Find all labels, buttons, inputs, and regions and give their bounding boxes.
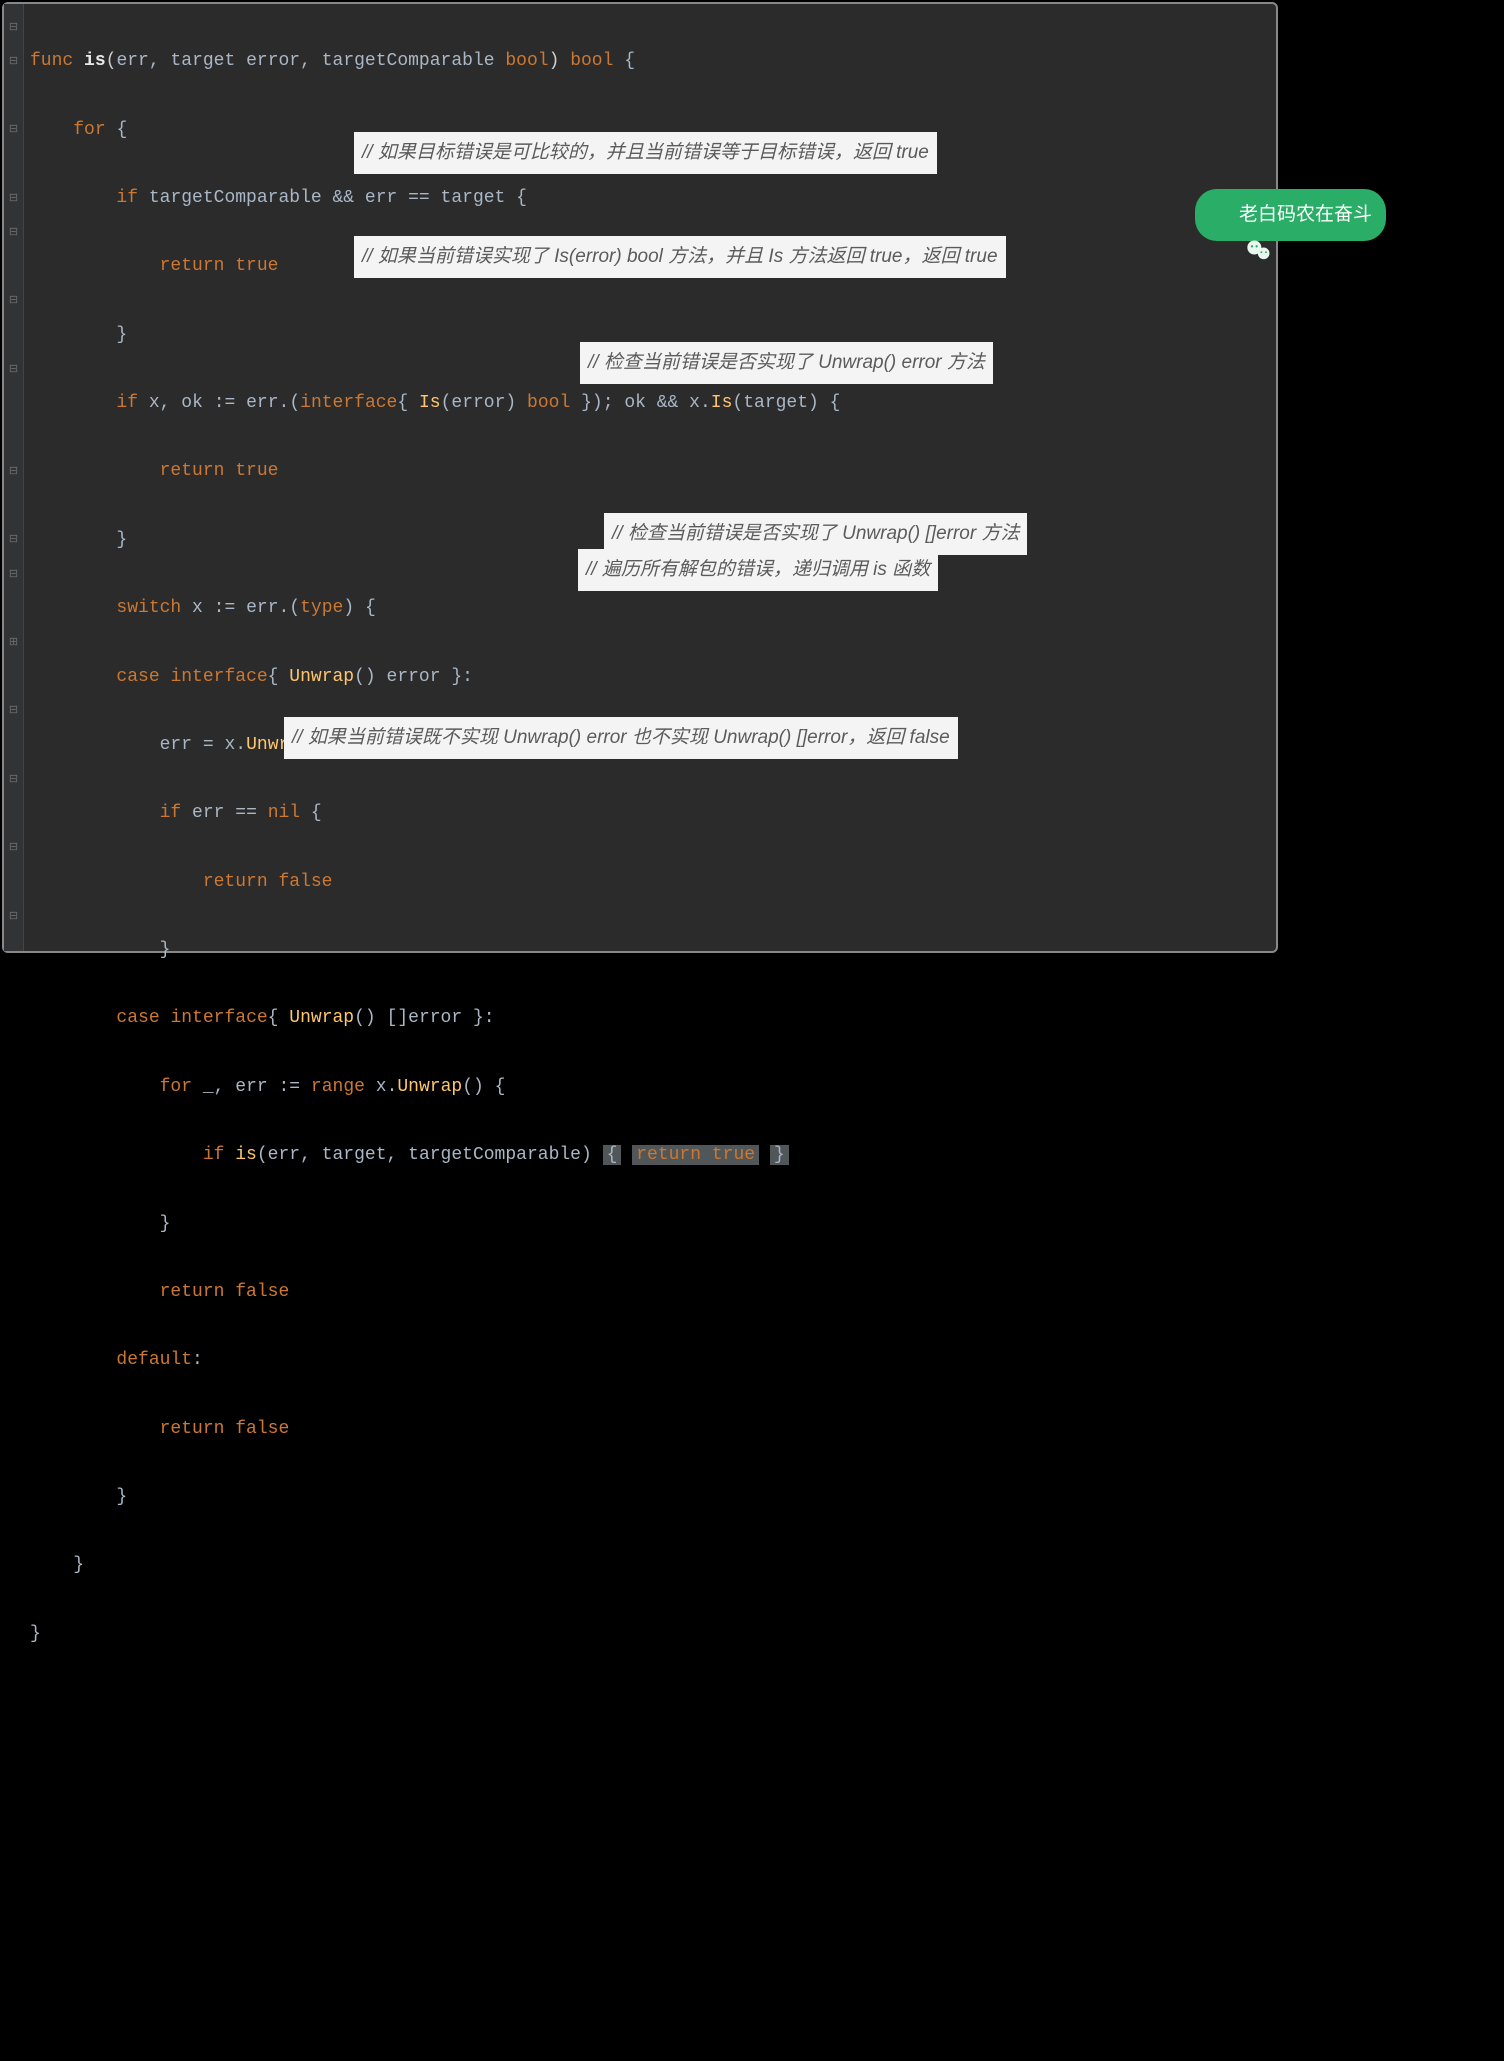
code-line: if targetComparable && err == target { [30,181,1272,215]
fold-marker[interactable]: ⊟ [9,181,18,215]
fold-marker[interactable]: ⊟ [9,694,18,728]
code-line: } [30,1617,1272,1651]
fold-marker[interactable]: ⊟ [9,352,18,386]
badge-text: 老白码农在奋斗 [1239,197,1372,233]
code-line: } [30,1480,1272,1514]
code-line: default: [30,1343,1272,1377]
annotation-comment: // 如果目标错误是可比较的，并且当前错误等于目标错误，返回 true [354,132,937,174]
annotation-comment: // 遍历所有解包的错误，递归调用 is 函数 [578,549,938,591]
code-line: for _, err := range x.Unwrap() { [30,1070,1272,1104]
code-editor: ⊟ ⊟ ⊟ ⊟ ⊟ ⊟ ⊟ ⊟ ⊟ ⊟ ⊞ ⊟ ⊟ ⊟ ⊟ func is(er… [2,2,1278,953]
fold-marker[interactable]: ⊟ [9,215,18,249]
code-line: } [30,933,1272,967]
code-line: return true [30,454,1272,488]
code-line: return false [30,1275,1272,1309]
code-line: case interface{ Unwrap() error }: [30,660,1272,694]
fold-marker[interactable]: ⊟ [9,454,18,488]
wechat-icon [1203,201,1231,229]
code-line: } [30,1548,1272,1582]
fold-marker[interactable]: ⊟ [9,10,18,44]
code-area[interactable]: func is(err, target error, targetCompara… [24,4,1276,951]
code-line: switch x := err.(type) { [30,591,1272,625]
fold-marker[interactable]: ⊟ [9,831,18,865]
code-line: if x, ok := err.(interface{ Is(error) bo… [30,386,1272,420]
fold-marker[interactable]: ⊟ [9,284,18,318]
fold-marker[interactable]: ⊞ [9,625,18,659]
code-line: case interface{ Unwrap() []error }: [30,1001,1272,1035]
code-line: func is(err, target error, targetCompara… [30,44,1272,78]
code-line: if is(err, target, targetComparable) { r… [30,1138,1272,1172]
gutter: ⊟ ⊟ ⊟ ⊟ ⊟ ⊟ ⊟ ⊟ ⊟ ⊟ ⊞ ⊟ ⊟ ⊟ ⊟ [4,4,24,951]
fold-marker[interactable]: ⊟ [9,523,18,557]
annotation-comment: // 如果当前错误既不实现 Unwrap() error 也不实现 Unwrap… [284,717,958,759]
fold-marker[interactable]: ⊟ [9,557,18,591]
code-line: return false [30,865,1272,899]
annotation-comment: // 如果当前错误实现了 Is(error) bool 方法，并且 Is 方法返… [354,236,1006,278]
fold-marker[interactable]: ⊟ [9,44,18,78]
fold-marker[interactable]: ⊟ [9,113,18,147]
fold-marker[interactable]: ⊟ [9,899,18,933]
code-line: } [30,1207,1272,1241]
wechat-badge: 老白码农在奋斗 [1195,189,1386,241]
fold-marker[interactable]: ⊟ [9,762,18,796]
annotation-comment: // 检查当前错误是否实现了 Unwrap() error 方法 [580,342,993,384]
code-line: return false [30,1412,1272,1446]
code-line: if err == nil { [30,796,1272,830]
